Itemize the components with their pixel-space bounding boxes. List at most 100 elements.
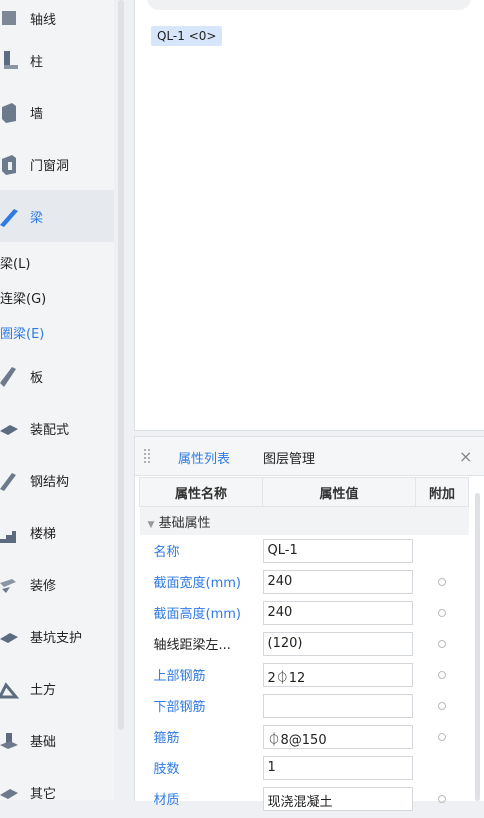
- sidebar-item-label: 装配式: [30, 423, 70, 438]
- property-row[interactable]: 肢数 1: [140, 752, 469, 783]
- property-name: 截面宽度(mm): [153, 576, 241, 591]
- property-group-label: 基础属性: [158, 515, 211, 531]
- sidebar-item-label: 板: [30, 371, 44, 386]
- property-extra-cell: [416, 690, 469, 721]
- column-header-value: 属性值: [262, 477, 416, 507]
- extra-radio-icon[interactable]: [438, 608, 446, 617]
- property-row[interactable]: 箍筋 ⏀8@150: [140, 721, 469, 752]
- beam-icon: [0, 209, 18, 227]
- property-extra-cell: [416, 628, 469, 659]
- property-extra-cell: [416, 597, 469, 628]
- beam-subitem-link-beam[interactable]: 连梁(G): [0, 288, 46, 307]
- sidebar-item-wall[interactable]: 墙: [0, 86, 114, 138]
- wall-icon: [2, 103, 16, 123]
- search-input[interactable]: [147, 0, 471, 10]
- sidebar-item-foundation[interactable]: 基础: [0, 714, 114, 766]
- sidebar-item-label: 门窗洞: [30, 159, 70, 174]
- property-value-cell: 2⏀12: [262, 659, 416, 690]
- tab-property-list[interactable]: 属性列表: [178, 448, 230, 467]
- property-row[interactable]: 截面宽度(mm) 240: [140, 566, 469, 597]
- property-extra-cell: [416, 566, 469, 597]
- close-icon[interactable]: ×: [459, 447, 472, 466]
- property-value-cell: [262, 690, 416, 721]
- property-value-input[interactable]: (120): [262, 631, 413, 656]
- property-value-input[interactable]: 现浇混凝土: [262, 786, 413, 811]
- collapse-arrow-icon[interactable]: ▼: [148, 520, 155, 530]
- sidebar-item-label: 轴线: [30, 13, 57, 28]
- door-window-icon: [2, 155, 16, 175]
- steel-structure-icon: [0, 473, 16, 491]
- property-value-input[interactable]: ⏀8@150: [262, 724, 413, 749]
- property-table: 属性名称 属性值 附加 ▼ 基础属性 名称 QL-1 截面宽度(mm) 240 截面高度…: [139, 477, 469, 814]
- component-type-sidebar: 轴线 柱 墙 门窗洞 梁 梁(L) 连梁(G) 圈梁(E) 板 装配式 钢结构 …: [0, 0, 114, 802]
- sidebar-item-other[interactable]: 其它: [0, 766, 114, 818]
- sidebar-item-stair[interactable]: 楼梯: [0, 506, 114, 558]
- property-value-input[interactable]: QL-1: [262, 538, 413, 563]
- property-name: 上部钢筋: [153, 669, 206, 684]
- axis-icon: [2, 11, 16, 25]
- extra-radio-icon[interactable]: [438, 701, 446, 710]
- property-value-input[interactable]: 240: [262, 600, 413, 625]
- drag-handle-icon[interactable]: [143, 448, 151, 464]
- property-value-input[interactable]: 1: [262, 755, 413, 780]
- column-header-extra: 附加: [415, 477, 469, 507]
- property-row[interactable]: 截面高度(mm) 240: [140, 597, 469, 628]
- property-value-cell: 240: [262, 597, 416, 628]
- property-name: 材质: [153, 793, 180, 808]
- property-name: 轴线距梁左...: [153, 638, 231, 653]
- property-row[interactable]: 材质 现浇混凝土: [140, 783, 469, 814]
- sidebar-item-label: 装修: [30, 579, 57, 594]
- extra-radio-icon[interactable]: [438, 794, 446, 803]
- property-value-cell: (120): [262, 628, 416, 659]
- earthwork-icon: [0, 682, 20, 699]
- extra-radio-icon[interactable]: [438, 732, 446, 741]
- property-value-cell: 240: [262, 566, 416, 597]
- property-group-row[interactable]: ▼ 基础属性: [139, 506, 469, 535]
- sidebar-item-label: 梁: [30, 211, 44, 226]
- extra-radio-icon[interactable]: [438, 577, 446, 586]
- property-row[interactable]: 上部钢筋 2⏀12: [140, 659, 469, 690]
- property-extra-cell: [416, 659, 469, 690]
- beam-subitem-ring-beam[interactable]: 圈梁(E): [0, 323, 44, 342]
- foundation-pit-icon: [0, 633, 18, 643]
- slab-icon: [0, 367, 16, 387]
- sidebar-item-door-window[interactable]: 门窗洞: [0, 138, 114, 190]
- component-list-panel: QL-1 <0>: [134, 0, 484, 431]
- extra-radio-icon[interactable]: [438, 639, 446, 648]
- sidebar-item-label: 墙: [30, 107, 44, 122]
- extra-radio-icon[interactable]: [438, 670, 446, 679]
- properties-scrollbar[interactable]: [475, 493, 480, 801]
- foundation-icon: [0, 733, 18, 749]
- sidebar-item-slab[interactable]: 板: [0, 350, 114, 402]
- sidebar-item-prefab[interactable]: 装配式: [0, 402, 114, 454]
- property-extra-cell: [416, 535, 469, 566]
- sidebar-item-decoration[interactable]: 装修: [0, 558, 114, 610]
- component-item-ql-1[interactable]: QL-1 <0>: [151, 26, 223, 46]
- sidebar-item-label: 基坑支护: [30, 631, 83, 646]
- column-icon: [4, 51, 18, 69]
- column-header-name: 属性名称: [139, 477, 263, 507]
- property-value-cell: 1: [262, 752, 416, 783]
- sidebar-item-beam[interactable]: 梁: [0, 190, 114, 242]
- property-value-cell: 现浇混凝土: [262, 783, 416, 814]
- beam-subitem-beam[interactable]: 梁(L): [0, 253, 30, 272]
- sidebar-item-label: 楼梯: [30, 527, 57, 542]
- sidebar-item-label: 钢结构: [30, 475, 70, 490]
- sidebar-item-foundation-pit[interactable]: 基坑支护: [0, 610, 114, 662]
- sidebar-item-column[interactable]: 柱: [0, 34, 114, 86]
- property-name: 下部钢筋: [153, 700, 206, 715]
- property-name: 肢数: [153, 762, 180, 777]
- property-row[interactable]: 下部钢筋: [140, 690, 469, 721]
- sidebar-item-label: 土方: [30, 683, 57, 698]
- sidebar-item-earthwork[interactable]: 土方: [0, 662, 114, 714]
- tab-layer-management[interactable]: 图层管理: [263, 448, 315, 467]
- sidebar-scrollbar[interactable]: [118, 0, 124, 730]
- property-row[interactable]: 名称 QL-1: [140, 535, 469, 566]
- sidebar-item-label: 其它: [30, 787, 57, 802]
- stair-icon: [0, 531, 16, 543]
- property-value-input[interactable]: [262, 693, 413, 718]
- sidebar-item-steel-structure[interactable]: 钢结构: [0, 454, 114, 506]
- property-value-input[interactable]: 240: [262, 569, 413, 594]
- property-row[interactable]: 轴线距梁左... (120): [140, 628, 469, 659]
- property-value-input[interactable]: 2⏀12: [262, 662, 413, 687]
